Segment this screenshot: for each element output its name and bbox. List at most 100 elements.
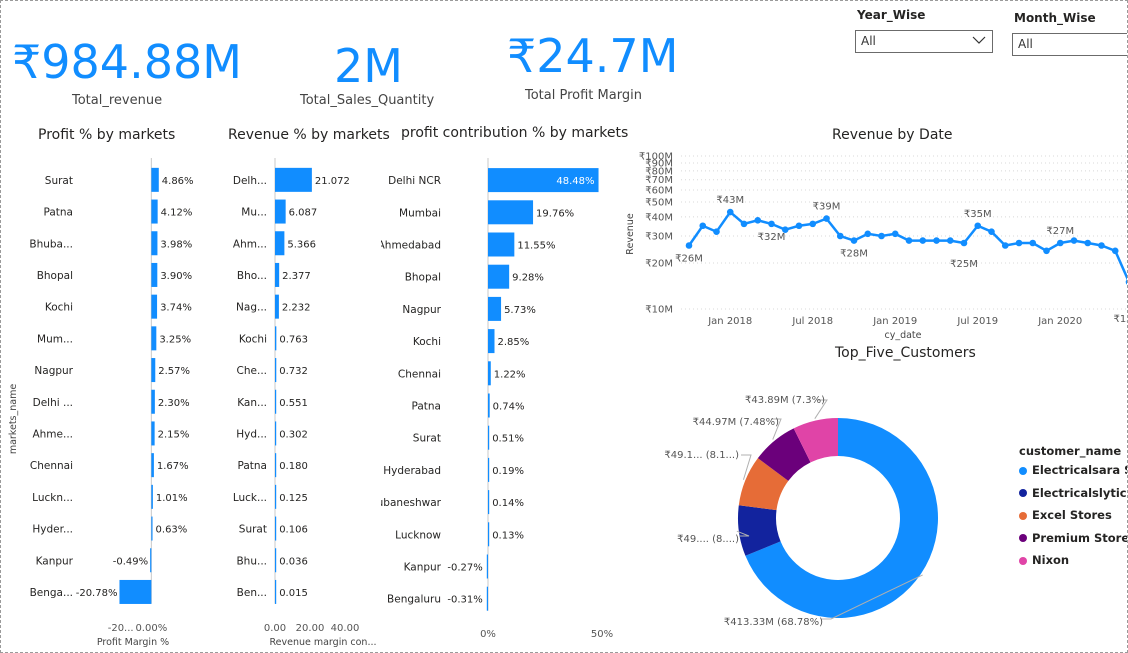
slicer-year-dropdown[interactable]: All <box>855 30 993 53</box>
revenue-by-date-chart: ₹10M₹20M₹30M₹40M₹50M₹60M₹70M₹80M₹90M₹100… <box>625 152 1128 341</box>
profit-contribution-chart: Delhi NCR 48.48% Mumbai 19.76% Ahmedabad 11.5… <box>381 158 613 640</box>
category-label: Mumbai <box>399 207 441 219</box>
slicer-year-value: All <box>861 34 876 48</box>
bar-6 <box>488 361 491 386</box>
legend-item[interactable]: Electricalslytical <box>1019 486 1127 500</box>
point-label: ₹32M <box>758 232 786 243</box>
data-point-15 <box>891 230 899 238</box>
data-label: 3.90% <box>160 271 192 282</box>
bar-13 <box>486 586 488 611</box>
legend-item[interactable]: Nixon <box>1019 553 1069 567</box>
data-point-10 <box>823 215 830 222</box>
data-label: 2.232 <box>282 303 311 314</box>
slicer-year-title: Year_Wise <box>857 8 926 22</box>
slice-label: ₹413.33M (68.78%) <box>724 617 823 628</box>
data-point-27 <box>1056 239 1064 247</box>
kpi-total-profit-value: ₹24.7M <box>507 29 679 83</box>
category-label: Bhuba... <box>29 238 73 250</box>
legend-swatch <box>1019 466 1027 475</box>
revenue-by-date-title: Revenue by Date <box>832 127 953 143</box>
data-label: -20.78% <box>76 588 118 599</box>
bar-11 <box>488 522 490 547</box>
category-label: Nag... <box>236 302 267 314</box>
category-label: Surat <box>413 433 441 445</box>
bar-11 <box>151 516 153 541</box>
tick-label: 0.00% <box>135 623 167 634</box>
bar-12 <box>275 548 277 573</box>
y-tick-label: ₹30M <box>645 232 673 243</box>
legend-swatch <box>1019 556 1027 565</box>
data-label: -0.31% <box>447 595 482 606</box>
slice-label: ₹49.... (8....) <box>677 534 739 545</box>
y-tick-label: ₹100M <box>639 152 673 163</box>
data-point-23 <box>1001 242 1009 249</box>
bar-1 <box>275 199 286 224</box>
category-label: Kanpur <box>404 562 442 574</box>
category-label: Surat <box>239 524 267 536</box>
profit-chart-title: Profit % by markets <box>38 127 176 143</box>
legend-item[interactable]: Electricalsara Stor <box>1019 463 1127 477</box>
data-label: 0.763 <box>279 334 308 345</box>
slicer-month-dropdown[interactable]: All <box>1012 33 1127 56</box>
bar-10 <box>488 490 490 515</box>
top-customers-title: Top_Five_Customers <box>835 345 976 361</box>
data-label: 0.125 <box>279 493 308 504</box>
category-label: Chennai <box>398 368 441 380</box>
bar-4 <box>488 296 502 321</box>
category-label: Nagpur <box>402 304 441 316</box>
bar-4 <box>151 294 158 319</box>
category-label: Chennai <box>30 460 73 472</box>
category-label: Bhu... <box>236 555 267 567</box>
bar-11 <box>275 516 277 541</box>
data-label: 0.302 <box>279 429 308 440</box>
category-label: Hyderabad <box>383 465 441 477</box>
legend-item[interactable]: Premium Stores <box>1019 531 1127 545</box>
data-label: -0.27% <box>447 563 482 574</box>
tick-label: 20.00 <box>296 623 325 634</box>
x-tick-label: Jan 2019 <box>872 316 917 327</box>
data-label: 0.106 <box>279 525 308 536</box>
bar-6 <box>151 358 156 383</box>
data-label: 6.087 <box>289 208 318 219</box>
category-label: Ahm... <box>233 238 267 250</box>
category-label: Ahme... <box>32 428 73 440</box>
data-point-4 <box>740 220 748 228</box>
bar-3 <box>151 262 158 287</box>
data-label: 1.67% <box>157 461 189 472</box>
bar-7 <box>275 389 277 414</box>
data-label: 2.377 <box>282 271 311 282</box>
data-label: -0.49% <box>113 556 148 567</box>
point-label: ₹39M <box>813 202 841 213</box>
category-label: Benga... <box>30 587 73 599</box>
point-label: ₹15 <box>1113 314 1128 325</box>
legend-swatch <box>1019 511 1027 520</box>
legend-swatch <box>1019 534 1027 542</box>
donut-legend-title: customer_name <box>1019 444 1122 458</box>
data-point-26 <box>1043 247 1050 255</box>
x-tick-label: Jul 2019 <box>956 316 998 327</box>
data-label: 0.74% <box>493 402 525 413</box>
data-label: 0.551 <box>279 398 308 409</box>
bar-0 <box>151 167 159 192</box>
data-point-22 <box>988 228 995 236</box>
category-label: Kochi <box>239 333 267 345</box>
category-label: Delhi NCR <box>388 175 441 187</box>
bar-7 <box>151 389 155 414</box>
x-tick-label: Jan 2020 <box>1037 316 1082 327</box>
bar-5 <box>151 326 157 351</box>
data-label: 19.76% <box>536 208 574 219</box>
bar-2 <box>275 231 285 256</box>
data-label: 0.63% <box>156 525 188 536</box>
bar-7 <box>488 393 490 418</box>
legend-label: Electricalsara Stor <box>1032 463 1127 477</box>
data-label: 4.12% <box>161 208 193 219</box>
legend-item[interactable]: Excel Stores <box>1019 508 1112 522</box>
data-point-6 <box>768 220 775 228</box>
category-label: Patna <box>237 460 267 472</box>
data-point-13 <box>864 230 872 238</box>
data-point-8 <box>795 222 803 230</box>
x-axis-title: cy_date <box>884 330 921 341</box>
legend-label: Nixon <box>1032 553 1070 567</box>
data-label: 1.01% <box>156 493 188 504</box>
bar-3 <box>488 264 510 289</box>
